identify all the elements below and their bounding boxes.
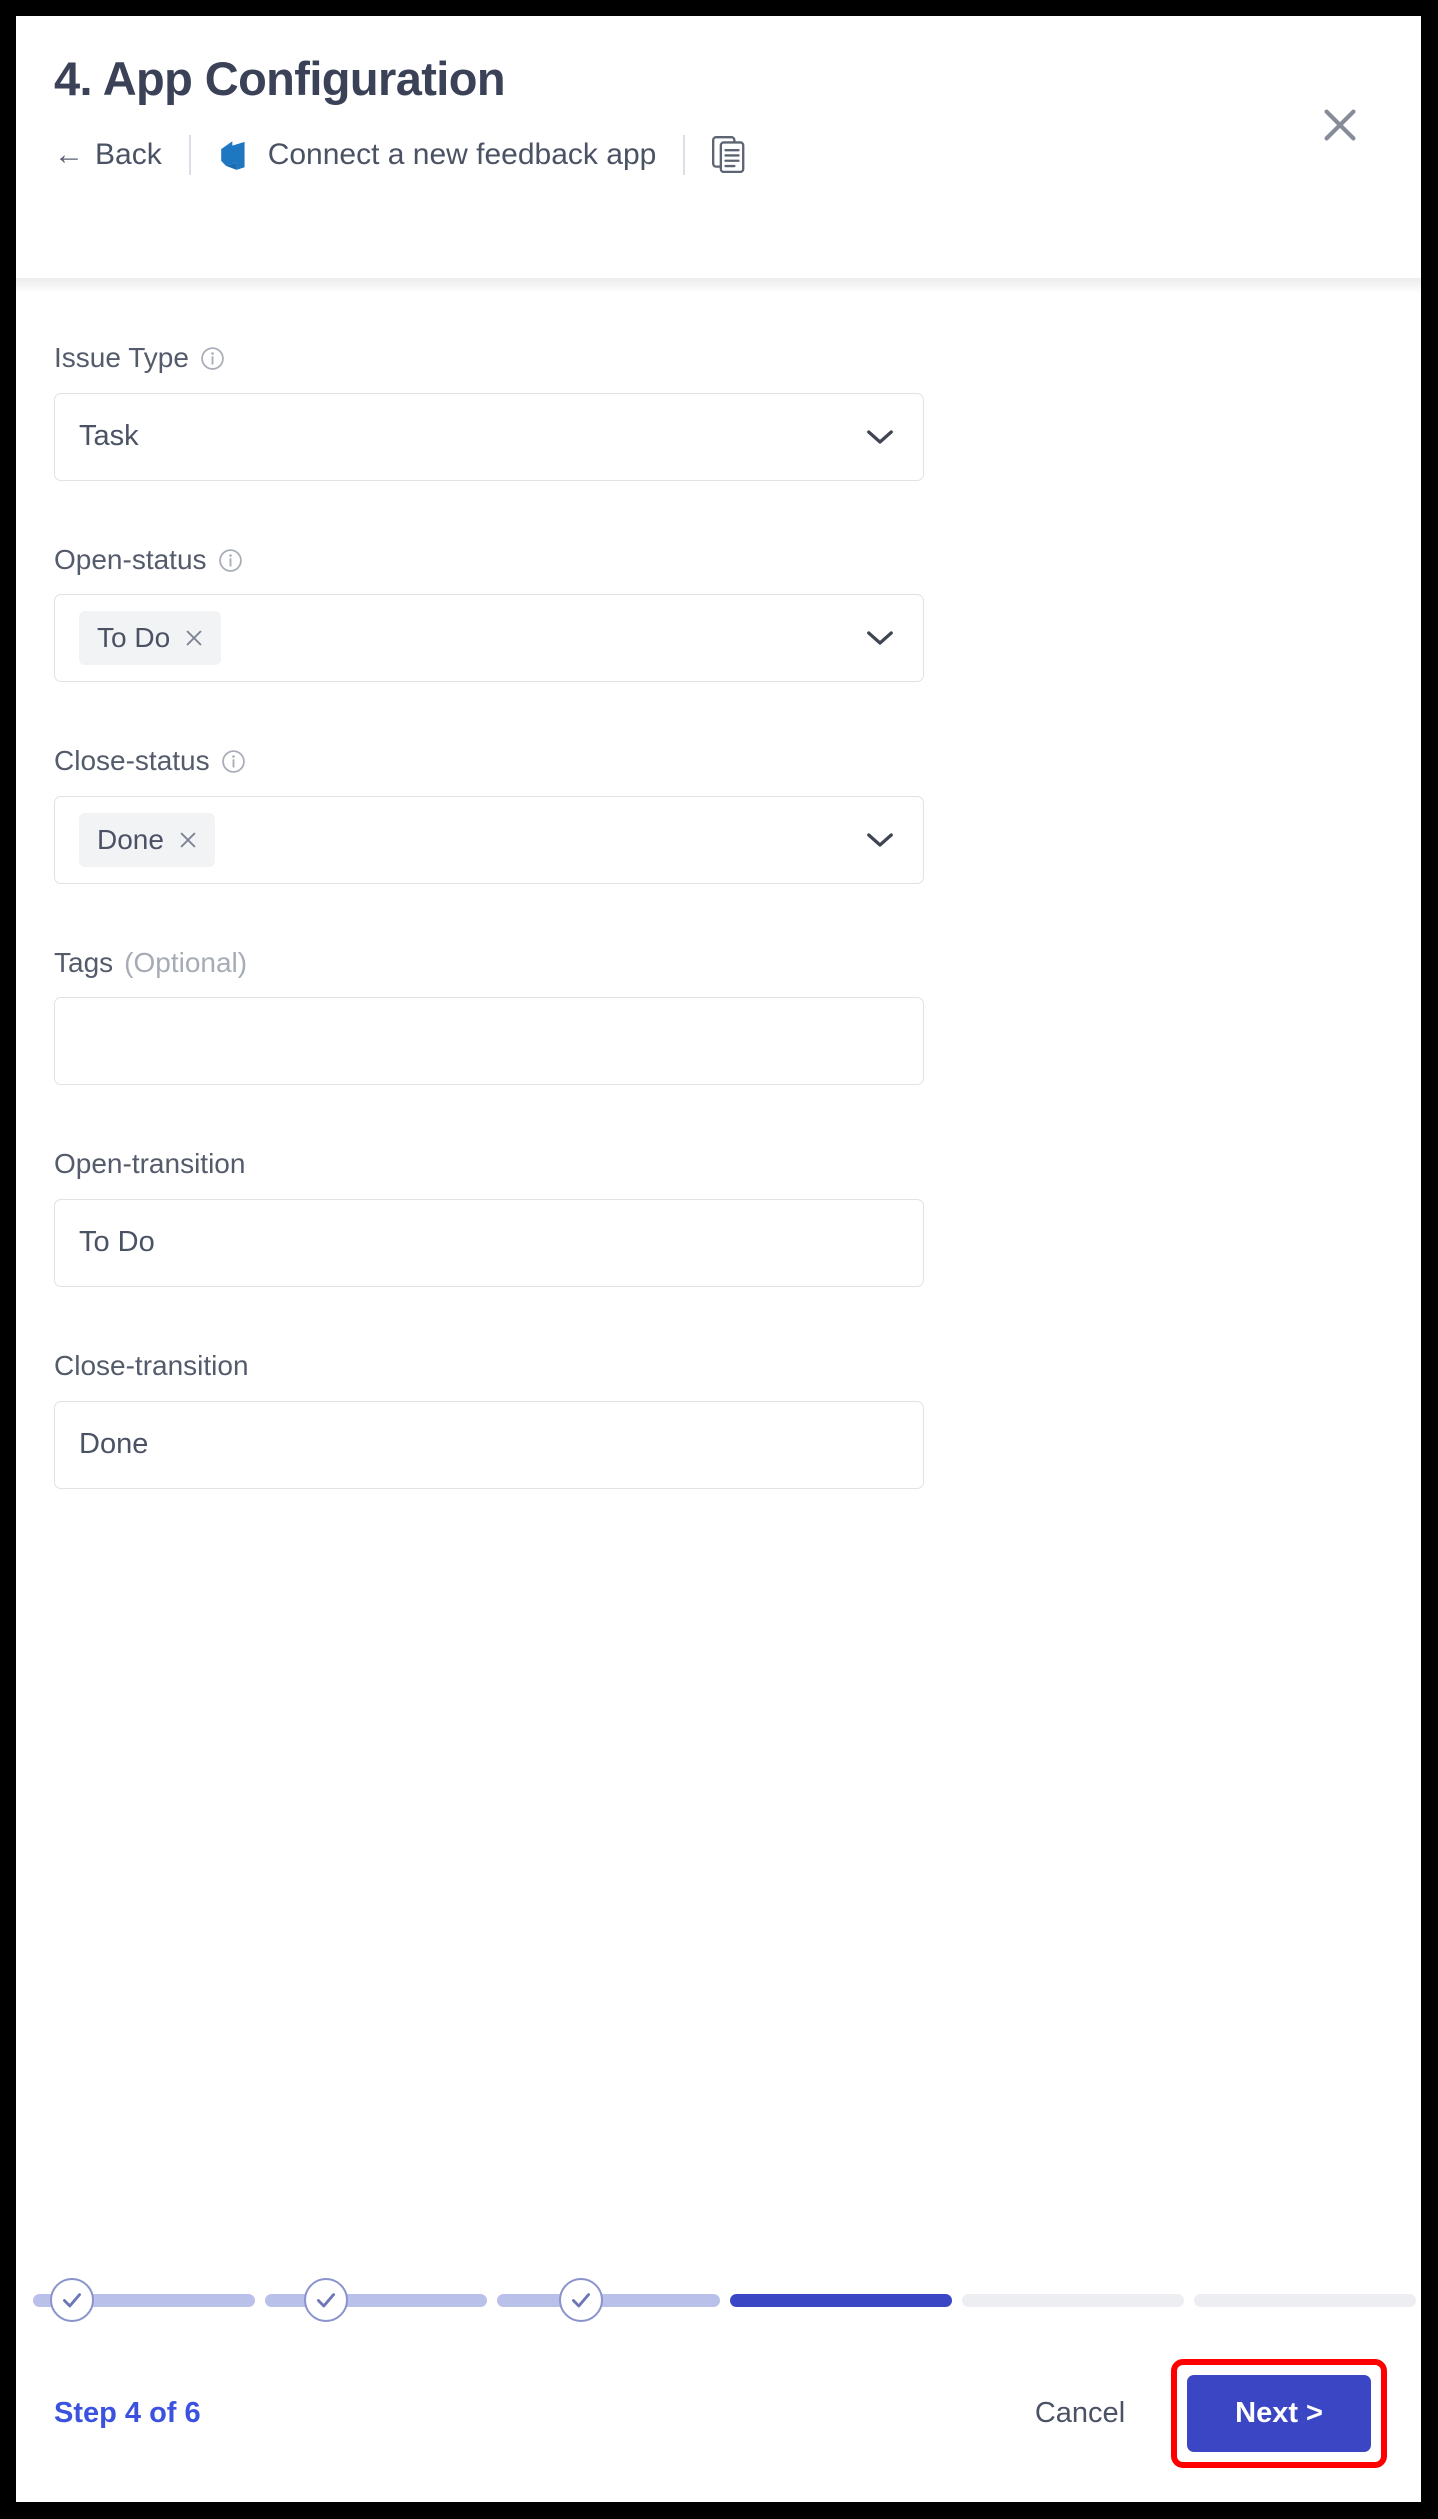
open-transition-input[interactable]: To Do bbox=[54, 1198, 924, 1287]
info-icon[interactable] bbox=[218, 548, 243, 573]
dialog-footer: Step 4 of 6 Cancel Next > bbox=[16, 2267, 1421, 2502]
dialog-header: 4. App Configuration ← Back Connect a ne… bbox=[16, 16, 1421, 278]
step-complete-icon-3 bbox=[559, 2278, 603, 2322]
breadcrumb-divider-1 bbox=[188, 134, 191, 175]
field-open-transition: Open-transition To Do bbox=[54, 1147, 1383, 1287]
footer-actions: Step 4 of 6 Cancel Next > bbox=[16, 2333, 1421, 2502]
step-complete-icon-2 bbox=[304, 2278, 348, 2322]
next-button[interactable]: Next > bbox=[1187, 2375, 1371, 2452]
field-label-open-transition: Open-transition bbox=[54, 1147, 1383, 1181]
azure-devops-icon bbox=[218, 138, 252, 172]
chevron-down-icon bbox=[865, 831, 895, 849]
open-transition-value: To Do bbox=[79, 1226, 155, 1259]
step-segment-4 bbox=[729, 2293, 952, 2307]
field-open-status: Open-status To Do bbox=[54, 543, 1383, 683]
page-title: 4. App Configuration bbox=[54, 52, 506, 105]
field-label-open-status: Open-status bbox=[54, 543, 1383, 577]
screenshot-frame: 4. App Configuration ← Back Connect a ne… bbox=[0, 0, 1438, 2519]
field-label-issue-type: Issue Type bbox=[54, 341, 1383, 375]
footer-buttons: Cancel Next > bbox=[1029, 2359, 1387, 2468]
chip-open-status: To Do bbox=[79, 611, 222, 666]
breadcrumb: ← Back Connect a new feedback app bbox=[54, 134, 1383, 175]
field-label-tags: Tags (Optional) bbox=[54, 946, 1383, 980]
tags-optional-text: (Optional) bbox=[124, 946, 248, 978]
step-counter: Step 4 of 6 bbox=[54, 2397, 201, 2429]
tags-label-text: Tags bbox=[54, 946, 114, 978]
open-status-select[interactable]: To Do bbox=[54, 594, 924, 683]
open-status-label-text: Open-status bbox=[54, 543, 207, 575]
back-label: Back bbox=[95, 137, 162, 171]
close-transition-value: Done bbox=[79, 1428, 149, 1461]
tags-input-wrap[interactable] bbox=[54, 997, 924, 1086]
step-segment-5 bbox=[961, 2293, 1184, 2307]
info-icon[interactable] bbox=[200, 346, 225, 371]
document-copy-icon[interactable] bbox=[712, 135, 745, 174]
chevron-down-icon bbox=[865, 428, 895, 446]
close-transition-label-text: Close-transition bbox=[54, 1349, 249, 1381]
issue-type-label-text: Issue Type bbox=[54, 342, 189, 373]
header-separator bbox=[16, 278, 1421, 294]
field-close-status: Close-status Done bbox=[54, 744, 1383, 884]
chip-label: To Do bbox=[97, 622, 171, 654]
chip-remove-icon[interactable] bbox=[177, 829, 199, 851]
cancel-button[interactable]: Cancel bbox=[1029, 2389, 1131, 2438]
step-complete-icon-1 bbox=[50, 2278, 94, 2322]
dialog-viewport: 4. App Configuration ← Back Connect a ne… bbox=[16, 16, 1421, 2502]
chip-remove-icon[interactable] bbox=[183, 627, 205, 649]
close-transition-input[interactable]: Done bbox=[54, 1400, 924, 1489]
step-segment-3 bbox=[497, 2293, 720, 2307]
breadcrumb-app-label: Connect a new feedback app bbox=[267, 137, 657, 171]
chip-label: Done bbox=[97, 823, 164, 855]
open-transition-label-text: Open-transition bbox=[54, 1148, 246, 1180]
issue-type-select[interactable]: Task bbox=[54, 392, 924, 481]
info-icon[interactable] bbox=[221, 749, 246, 774]
field-label-close-status: Close-status bbox=[54, 744, 1383, 778]
back-button[interactable]: ← Back bbox=[54, 138, 162, 172]
chip-close-status: Done bbox=[79, 812, 215, 867]
field-label-close-transition: Close-transition bbox=[54, 1349, 1383, 1383]
field-tags: Tags (Optional) bbox=[54, 946, 1383, 1086]
form-body: Issue Type Task Open-status To Do Close-… bbox=[16, 294, 1421, 2262]
field-close-transition: Close-transition Done bbox=[54, 1349, 1383, 1489]
next-button-highlight: Next > bbox=[1171, 2359, 1387, 2468]
close-status-select[interactable]: Done bbox=[54, 795, 924, 884]
close-button[interactable] bbox=[1317, 102, 1363, 148]
field-issue-type: Issue Type Task bbox=[54, 341, 1383, 481]
issue-type-value: Task bbox=[79, 420, 139, 453]
back-arrow-icon: ← bbox=[54, 137, 84, 171]
step-segment-2 bbox=[265, 2293, 488, 2307]
progress-stepper bbox=[16, 2267, 1421, 2333]
close-status-label-text: Close-status bbox=[54, 745, 210, 777]
breadcrumb-app-item[interactable]: Connect a new feedback app bbox=[218, 137, 657, 172]
step-segment-6 bbox=[1193, 2293, 1417, 2307]
breadcrumb-divider-2 bbox=[683, 134, 686, 175]
chevron-down-icon bbox=[865, 629, 895, 647]
